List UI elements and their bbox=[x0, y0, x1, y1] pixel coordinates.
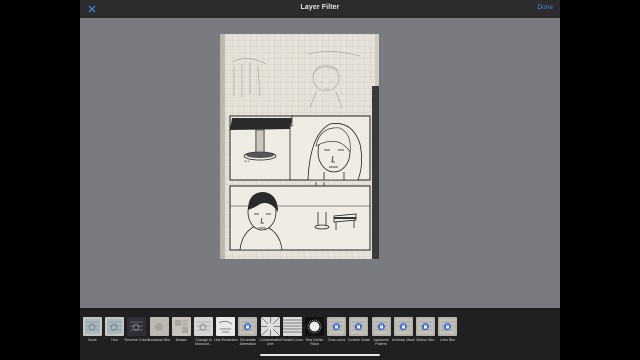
filter-option[interactable]: Line Extraction bbox=[214, 317, 238, 357]
home-indicator bbox=[260, 354, 380, 356]
parallel-lines-icon bbox=[282, 317, 302, 336]
filter-option[interactable]: Gaussian Blur bbox=[148, 317, 170, 357]
blur-photo-icon bbox=[149, 317, 169, 336]
layer-filter-screen: Layer Filter Done vv v None Hue Reverse … bbox=[80, 0, 560, 360]
filter-option[interactable]: Tone curve bbox=[327, 317, 347, 357]
lock-icon bbox=[371, 317, 391, 336]
filter-option[interactable]: Parallel Lines bbox=[282, 317, 303, 357]
filter-option[interactable]: Japanese Pattern bbox=[371, 317, 391, 357]
filter-option[interactable]: Sea Urchin Flash bbox=[305, 317, 324, 357]
filter-option-label: Lens Blur bbox=[440, 338, 456, 342]
plain-photo-icon bbox=[105, 317, 125, 336]
filter-option[interactable]: Change to Monochr... bbox=[194, 317, 213, 357]
filter-option[interactable]: Custom Noise bbox=[348, 317, 370, 357]
filter-tray: None Hue Reverse Colors Gaussian Blur Mosaic… bbox=[80, 308, 560, 360]
top-bar: Layer Filter Done bbox=[80, 0, 560, 18]
lock-icon bbox=[327, 317, 347, 336]
lock-icon bbox=[349, 317, 369, 336]
lock-icon bbox=[393, 317, 413, 336]
filter-option[interactable]: Hue bbox=[105, 317, 125, 357]
lock-icon bbox=[416, 317, 435, 336]
filter-list: None Hue Reverse Colors Gaussian Blur Mosaic… bbox=[82, 317, 558, 357]
mono-photo-icon bbox=[194, 317, 213, 336]
mosaic-photo-icon bbox=[171, 317, 191, 336]
filter-option[interactable]: Unsharp Mask bbox=[392, 317, 415, 357]
plain-photo-icon bbox=[83, 317, 102, 336]
done-button[interactable]: Done bbox=[537, 4, 553, 11]
inverted-photo-icon bbox=[127, 317, 147, 336]
filter-option[interactable]: Reverse Colors bbox=[125, 317, 149, 357]
page-title: Layer Filter bbox=[300, 4, 340, 11]
lock-icon bbox=[238, 317, 258, 336]
filter-option[interactable]: Motion Blur bbox=[416, 317, 435, 357]
filter-option[interactable]: None bbox=[83, 317, 102, 357]
filter-option[interactable]: Concentrated Line bbox=[259, 317, 281, 357]
urchin-flash-icon bbox=[305, 317, 324, 336]
svg-text:vv v: vv v bbox=[244, 159, 250, 163]
burst-lines-icon bbox=[260, 317, 280, 336]
lock-icon bbox=[438, 317, 458, 336]
filter-option[interactable]: Mosaic bbox=[171, 317, 191, 357]
filter-option[interactable]: Chromatic Aberration bbox=[238, 317, 258, 357]
line-photo-icon bbox=[216, 317, 236, 336]
filter-option[interactable]: Lens Blur bbox=[438, 317, 458, 357]
canvas-preview[interactable]: vv v bbox=[220, 34, 379, 259]
